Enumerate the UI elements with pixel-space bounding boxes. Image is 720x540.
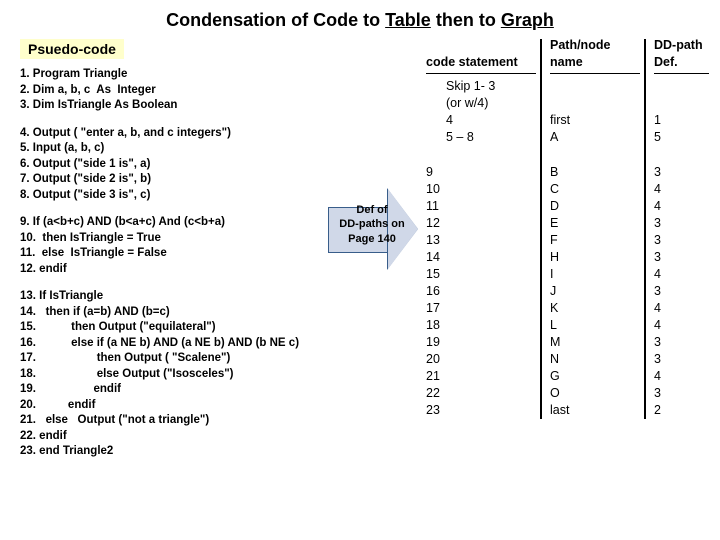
- code-line: 5. Input (a, b, c): [20, 141, 320, 157]
- table-cell: 23: [426, 402, 536, 419]
- table-cell: 21: [426, 368, 536, 385]
- table-cell: D: [550, 198, 640, 215]
- table-cell: C: [550, 181, 640, 198]
- table-cell: 5 – 8: [426, 129, 536, 146]
- code-line: 9. If (a<b+c) AND (b<a+c) And (c<b+a): [20, 215, 320, 231]
- table-cell: last: [550, 402, 640, 419]
- table-cell: (or w/4): [426, 95, 536, 112]
- table-cell: 9: [426, 164, 536, 181]
- table-cell: 3: [654, 334, 709, 351]
- table-cell: [550, 78, 640, 95]
- page-title: Condensation of Code to Table then to Gr…: [20, 10, 700, 31]
- table-cell: 20: [426, 351, 536, 368]
- table-cell: 13: [426, 232, 536, 249]
- table-cell: 2: [654, 402, 709, 419]
- table-cell: [550, 95, 640, 112]
- table-cell: 4: [654, 181, 709, 198]
- col-head-stmt: code statement: [426, 39, 536, 74]
- code-line: 23. end Triangle2: [20, 444, 320, 460]
- table-cell: B: [550, 164, 640, 181]
- table-cell: A: [550, 129, 640, 146]
- code-line: 11. else IsTriangle = False: [20, 246, 320, 262]
- title-graph: Graph: [501, 10, 554, 30]
- table-cell: E: [550, 215, 640, 232]
- arrow-icon: Def of DD-paths on Page 140: [328, 189, 418, 269]
- code-line: 8. Output ("side 3 is", c): [20, 188, 320, 204]
- table-cell: 10: [426, 181, 536, 198]
- table-cell: J: [550, 283, 640, 300]
- table-cell: 4: [654, 368, 709, 385]
- col-head-path: Path/node name: [550, 39, 640, 74]
- table-cell: 19: [426, 334, 536, 351]
- col-code-statement: code statement Skip 1- 3(or w/4)45 – 891…: [426, 39, 536, 419]
- left-column: Psuedo-code 1. Program Triangle2. Dim a,…: [20, 39, 320, 460]
- table-cell: 3: [654, 232, 709, 249]
- table-cell: 12: [426, 215, 536, 232]
- code-line: 14. then if (a=b) AND (b=c): [20, 305, 320, 321]
- table-cell: 17: [426, 300, 536, 317]
- arrow-column: Def of DD-paths on Page 140: [328, 39, 418, 269]
- code-line: 20. endif: [20, 398, 320, 414]
- code-line: 10. then IsTriangle = True: [20, 231, 320, 247]
- code-line: 13. If IsTriangle: [20, 289, 320, 305]
- code-line: 19. endif: [20, 382, 320, 398]
- title-part1: Condensation of Code: [166, 10, 358, 30]
- table-cell: 11: [426, 198, 536, 215]
- table-cell: 4: [654, 317, 709, 334]
- code-line: 4. Output ( "enter a, b, and c integers"…: [20, 126, 320, 142]
- code-line: 16. else if (a NE b) AND (a NE b) AND (b…: [20, 336, 320, 352]
- code-line: 22. endif: [20, 429, 320, 445]
- col-head-dd: DD-path Def.: [654, 39, 709, 74]
- table-cell: I: [550, 266, 640, 283]
- psuedo-code-label: Psuedo-code: [20, 39, 124, 59]
- table-cell: 3: [654, 249, 709, 266]
- col-dd-path: DD-path Def. 15344333434433432: [644, 39, 709, 419]
- code-line: 6. Output ("side 1 is", a): [20, 157, 320, 173]
- table-cell: 4: [426, 112, 536, 129]
- table-cell: 3: [654, 351, 709, 368]
- table-cell: 3: [654, 164, 709, 181]
- table-cell: G: [550, 368, 640, 385]
- table-cell: 22: [426, 385, 536, 402]
- table-cell: M: [550, 334, 640, 351]
- content: Psuedo-code 1. Program Triangle2. Dim a,…: [20, 39, 700, 460]
- table-cell: 1: [654, 112, 709, 129]
- table-cell: first: [550, 112, 640, 129]
- code-line: 7. Output ("side 2 is", b): [20, 172, 320, 188]
- table-cell: 18: [426, 317, 536, 334]
- code-line: 3. Dim IsTriangle As Boolean: [20, 98, 320, 114]
- code-line: 1. Program Triangle: [20, 67, 320, 83]
- table-cell: 16: [426, 283, 536, 300]
- code-line: 12. endif: [20, 262, 320, 278]
- table-cell: [654, 78, 709, 95]
- table-cell: Skip 1- 3: [426, 78, 536, 95]
- table-cell: 4: [654, 266, 709, 283]
- title-table: Table: [385, 10, 431, 30]
- table-cell: [654, 95, 709, 112]
- table: code statement Skip 1- 3(or w/4)45 – 891…: [426, 39, 709, 419]
- code-block: 1. Program Triangle2. Dim a, b, c As Int…: [20, 67, 320, 460]
- code-line: 2. Dim a, b, c As Integer: [20, 83, 320, 99]
- code-line: 17. then Output ( "Scalene"): [20, 351, 320, 367]
- table-cell: 3: [654, 215, 709, 232]
- table-cell: 4: [654, 300, 709, 317]
- table-cell: K: [550, 300, 640, 317]
- table-cell: 14: [426, 249, 536, 266]
- table-cell: 3: [654, 283, 709, 300]
- table-cell: N: [550, 351, 640, 368]
- table-cell: F: [550, 232, 640, 249]
- code-line: 18. else Output ("Isosceles"): [20, 367, 320, 383]
- table-cell: 5: [654, 129, 709, 146]
- table-cell: L: [550, 317, 640, 334]
- table-cell: O: [550, 385, 640, 402]
- col-path-node: Path/node name firstA BCDEFHIJKLMNGO last: [540, 39, 640, 419]
- table-cell: 15: [426, 266, 536, 283]
- table-cell: 3: [654, 385, 709, 402]
- table-cell: H: [550, 249, 640, 266]
- code-line: 21. else Output ("not a triangle"): [20, 413, 320, 429]
- code-line: 15. then Output ("equilateral"): [20, 320, 320, 336]
- table-cell: 4: [654, 198, 709, 215]
